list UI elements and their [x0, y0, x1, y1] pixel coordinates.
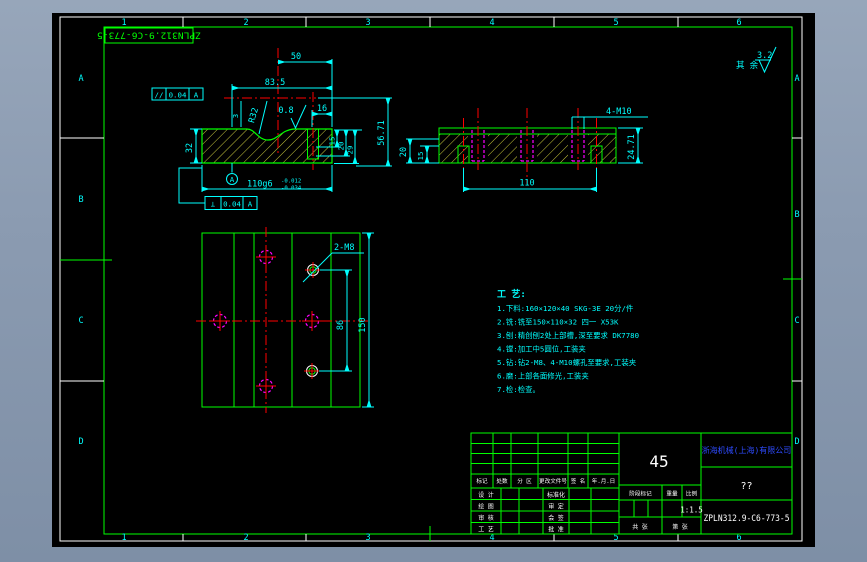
sign-check: 审 核: [478, 514, 494, 522]
sign-design: 设 计: [478, 491, 494, 499]
dim-110g6-tol-upper: -0.012: [281, 179, 301, 185]
dim-24-71: 24.71: [627, 134, 637, 160]
gdt-parallelism-frame: // 0.04 A: [151, 87, 204, 101]
process-line-5: 5.钻:钻2-M8、4-M10螺孔至要求,工装夹: [497, 358, 637, 367]
zone-row-d: D: [78, 437, 83, 447]
dim-110: 110: [519, 179, 534, 189]
stage-label: 阶段标记: [629, 490, 652, 498]
dim-15-top: 15: [416, 152, 425, 161]
dim-16: 16: [317, 104, 327, 114]
dim-29: 29: [346, 146, 355, 155]
zone-col-3: 3: [365, 18, 370, 28]
drawing-svg: 1 2 3 4 5 6 1 2 3 4 5 6 A B C D A B C D …: [59, 16, 803, 543]
zone-col-2: 2: [243, 18, 248, 28]
dim-15: 15: [328, 137, 337, 146]
process-line-7: 7.检:检查。: [497, 385, 540, 394]
inverted-part-label: ZPLN312.9-C6-773-5: [97, 27, 201, 44]
process-line-2: 2.铣:铣至150×110×32 四一 X53K: [497, 318, 619, 327]
sheet-number: 第 张: [672, 523, 688, 531]
dim-32: 32: [185, 143, 195, 153]
rev-header-zone: 分 区: [517, 477, 532, 485]
rev-header-docno: 更改文件号: [539, 477, 567, 485]
sign-draw: 绘 图: [478, 503, 494, 511]
sign-approve-review: 审 定: [548, 503, 564, 511]
part-number-inverted: ZPLN312.9-C6-773-5: [97, 30, 201, 40]
gdt-perp-symbol: ⊥: [211, 200, 216, 209]
rev-header-count: 处数: [496, 477, 508, 485]
zone-col-6: 6: [736, 18, 741, 28]
weight-label: 重量: [666, 490, 678, 498]
thread-2-m8: 2-M8: [334, 243, 354, 253]
dim-150: 150: [358, 317, 368, 332]
dim-56-71: 56.71: [377, 120, 387, 146]
dim-3: 3: [231, 114, 240, 118]
dim-110g6-tol-lower: -0.034: [281, 186, 302, 192]
datum-a-label: A: [230, 175, 235, 184]
title-block: 标记 处数 分 区 更改文件号 签 名 年.月.日 设 计 绘 图 审 核 工 …: [470, 432, 793, 535]
dim-83-5: 83.5: [265, 78, 285, 88]
process-line-4: 4.镗:加工中5圆位,工装夹: [497, 345, 586, 354]
gdt-perp-tol: 0.04: [223, 200, 241, 209]
zone-row-c: C: [78, 316, 83, 326]
scale-label: 比例: [686, 490, 698, 498]
process-line-3: 3.刨:精创刨2处上部槽,深至要求 DK7780: [497, 331, 639, 340]
dimension-lines: [193, 59, 391, 192]
extension-lines: [190, 59, 392, 192]
product-name: ??: [740, 481, 752, 492]
top-section-view: 20 15 110 24.71 4-M10: [399, 107, 648, 192]
datum-feature: A: [226, 163, 238, 185]
zone-row-d-r: D: [794, 437, 799, 447]
material-grade: 45: [649, 452, 668, 471]
dim-20-top: 20: [399, 147, 409, 157]
sheet-total: 共 张: [632, 523, 648, 531]
front-section-view: 50 83.5 16 3 R32 0.8 32 15 20 29 56.71 1…: [151, 48, 392, 210]
dim-ra08: 0.8: [278, 106, 293, 116]
gdt-parallel-symbol: //: [155, 91, 164, 100]
zone-col-1b: 1: [121, 533, 126, 543]
thread-4-m10: 4-M10: [606, 107, 632, 117]
plan-view: 2-M8 86 150: [196, 227, 374, 413]
rev-header-mark: 标记: [476, 477, 488, 485]
dim-50: 50: [291, 52, 301, 62]
sign-countersign: 会 签: [548, 514, 564, 522]
company-name: 浙海机械(上海)有限公司: [702, 445, 792, 455]
dim-r32: R32: [247, 107, 261, 125]
sign-approve: 批 准: [548, 526, 564, 534]
process-notes: 工 艺: 1.下料:160×120×40 SKG-3E 20分/件 2.铣:铣至…: [497, 288, 639, 394]
rev-header-date: 年.月.日: [592, 477, 616, 485]
zone-col-4: 4: [489, 18, 494, 28]
surface-note-prefix: 其 余: [736, 60, 759, 71]
gdt-parallel-ref: A: [194, 91, 199, 100]
dim-86: 86: [336, 320, 346, 330]
drawing-number: ZPLN312.9-C6-773-5: [704, 514, 790, 524]
plate-edge-lines: [233, 233, 332, 407]
zone-labels: 1 2 3 4 5 6 1 2 3 4 5 6 A B C D A B C D: [78, 18, 799, 543]
process-line-1: 1.下料:160×120×40 SKG-3E 20分/件: [497, 304, 634, 313]
zone-row-b-r: B: [794, 210, 799, 220]
dim-20: 20: [337, 142, 346, 151]
zone-row-a-r: A: [794, 74, 799, 84]
zone-col-3b: 3: [365, 533, 370, 543]
gdt-perp-ref: A: [248, 200, 253, 209]
zone-col-1: 1: [121, 18, 126, 28]
sign-process: 工 艺: [478, 526, 494, 534]
gdt-parallel-tol: 0.04: [169, 91, 187, 100]
zone-col-2b: 2: [243, 533, 248, 543]
zone-row-a: A: [78, 74, 83, 84]
surface-roughness-note: 其 余 3.2: [736, 46, 777, 74]
process-line-6: 6.磨:上部各面修光,工装夹: [497, 372, 589, 381]
process-title: 工 艺:: [497, 288, 526, 300]
zone-col-5: 5: [613, 18, 618, 28]
cad-window: 1 2 3 4 5 6 1 2 3 4 5 6 A B C D A B C D …: [0, 0, 867, 562]
dim-110g6: 110g6: [247, 180, 273, 190]
sign-standard: 标准化: [547, 491, 565, 499]
scale-value: 1:1.5: [680, 506, 703, 515]
zone-row-c-r: C: [794, 316, 799, 326]
zone-row-b: B: [78, 195, 83, 205]
rev-header-sign: 签 名: [571, 477, 586, 485]
